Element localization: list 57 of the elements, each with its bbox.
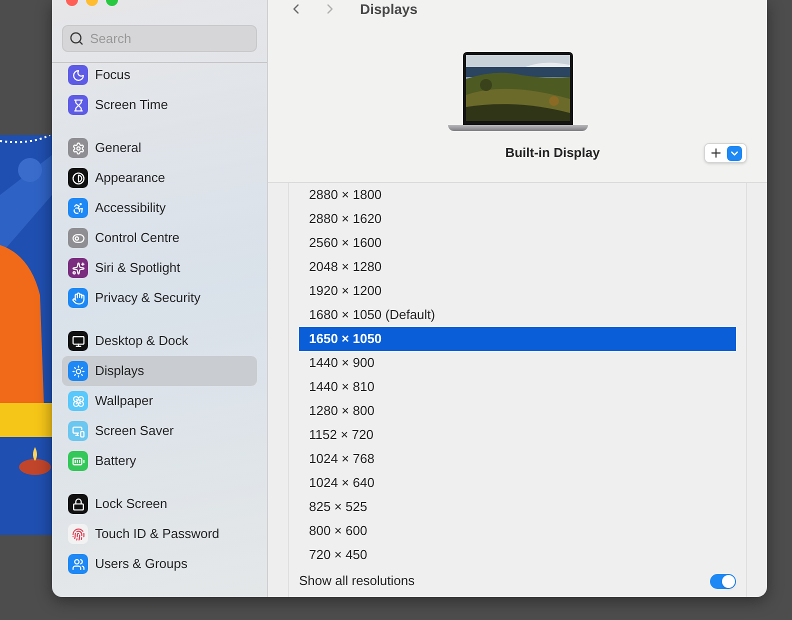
sidebar-label: Desktop & Dock [95, 332, 188, 350]
resolution-option[interactable]: 1680 × 1050 (Default) [289, 303, 746, 327]
toggle-label: Show all resolutions [299, 572, 415, 590]
sidebar-item[interactable]: Privacy & Security [62, 283, 257, 313]
sidebar-label: Accessibility [95, 199, 166, 218]
sidebar-item[interactable]: Accessibility [62, 193, 257, 223]
sidebar-item[interactable]: Screen Time [62, 90, 257, 120]
resolution-option[interactable]: 2048 × 1280 [289, 255, 746, 279]
sidebar-item[interactable]: Control Centre [62, 223, 257, 253]
resolution-option[interactable]: 1440 × 810 [289, 375, 746, 399]
sidebar-label: Displays [95, 362, 144, 380]
resolution-option[interactable]: 1920 × 1200 [289, 279, 746, 303]
sidebar-item[interactable]: Lock Screen [62, 489, 257, 519]
resolution-option[interactable]: 800 × 600 [289, 519, 746, 543]
resolution-option[interactable]: 2880 × 1620 [289, 207, 746, 231]
resolution-option[interactable]: 1024 × 768 [289, 447, 746, 471]
dropdown-button[interactable] [727, 146, 742, 160]
display-name: Built-in Display [505, 144, 600, 162]
resolution-option[interactable]: 1440 × 900 [289, 351, 746, 375]
sidebar-item[interactable]: Wallpaper [62, 386, 257, 416]
sidebar-item[interactable]: General [62, 133, 257, 163]
plus-icon [709, 146, 723, 160]
sidebar-item[interactable]: Battery [62, 446, 257, 476]
sidebar-label: Siri & Spotlight [95, 259, 180, 278]
search-icon [69, 31, 84, 46]
search-field[interactable]: Search [62, 25, 257, 52]
sidebar-label: Appearance [95, 169, 166, 188]
resolution-option[interactable]: 2880 × 1800 [289, 183, 746, 207]
sidebar-item[interactable]: Displays [62, 356, 257, 386]
sidebar-label: Battery [95, 452, 136, 470]
sidebar-label: Touch ID & Password [95, 525, 220, 544]
sidebar-label: Users & Groups [95, 555, 188, 574]
sidebar-item[interactable]: Touch ID & Password [62, 519, 257, 549]
sidebar-item[interactable]: Screen Saver [62, 416, 257, 446]
resolution-option[interactable]: 1650 × 1050 [299, 327, 736, 351]
add-display-control[interactable] [704, 143, 747, 163]
sidebar-item[interactable]: Desktop & Dock [62, 326, 257, 356]
sidebar-item[interactable]: Focus [62, 60, 257, 90]
resolution-option[interactable]: 1152 × 720 [289, 423, 746, 447]
sidebar-label: Lock Screen [95, 495, 168, 514]
window-title: Displays [360, 2, 418, 16]
sidebar-label: Screen Time [95, 96, 168, 114]
toggle-switch[interactable] [710, 574, 736, 588]
sidebar-label: Wallpaper [95, 392, 154, 410]
resolution-option[interactable]: 2560 × 1600 [289, 231, 746, 255]
sidebar-label: Screen Saver [95, 422, 174, 440]
sidebar-label: General [95, 139, 142, 158]
resolution-option[interactable]: 825 × 525 [289, 495, 746, 519]
sidebar-item[interactable]: Appearance [62, 163, 257, 193]
sidebar-label: Control Centre [95, 229, 180, 248]
resolution-option[interactable]: 1280 × 800 [289, 399, 746, 423]
sidebar-item[interactable]: Siri & Spotlight [62, 253, 257, 283]
sidebar-label: Focus [95, 66, 130, 84]
sidebar-item[interactable]: Users & Groups [62, 549, 257, 579]
sidebar-label: Privacy & Security [95, 289, 200, 308]
resolution-option[interactable]: 1024 × 640 [289, 471, 746, 495]
resolution-option[interactable]: 720 × 450 [289, 543, 746, 567]
